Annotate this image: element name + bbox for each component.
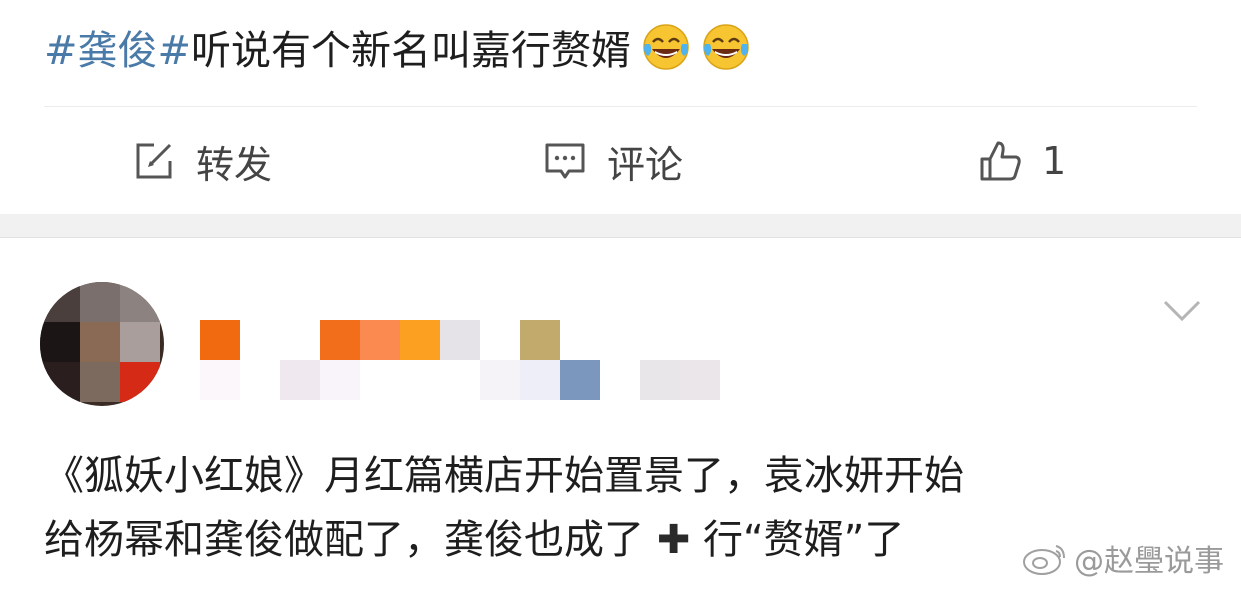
watermark-text: @赵璺说事 xyxy=(1074,544,1224,579)
comment-line-1: 《狐妖小红娘》月红篇横店开始置景了，袁冰妍开始 xyxy=(44,453,964,499)
action-bar: 转发 评论 1 xyxy=(0,108,1241,214)
hashtag-link[interactable]: #龚俊# xyxy=(44,28,191,74)
post-text: #龚俊#听说有个新名叫嘉行赘婿 xyxy=(44,22,751,79)
repost-button[interactable]: 转发 xyxy=(132,108,272,214)
repost-label: 转发 xyxy=(196,142,273,187)
post-body: 听说有个新名叫嘉行赘婿 xyxy=(191,28,632,74)
comment-icon xyxy=(545,143,585,179)
like-button[interactable]: 1 xyxy=(978,108,1066,214)
watermark: @赵璺说事 xyxy=(1020,536,1224,580)
comment-line-2-start: 给杨幂和龚俊做配了，龚俊也成了 xyxy=(44,517,644,563)
thumbs-up-icon xyxy=(980,141,1021,181)
plus-icon: ✚ xyxy=(656,517,691,563)
post-divider xyxy=(44,106,1197,107)
comment-button[interactable]: 评论 xyxy=(543,108,683,214)
like-count: 1 xyxy=(1042,139,1067,183)
chevron-down-icon[interactable] xyxy=(1162,298,1202,324)
comment-line-2-end: 行“赘婿”了 xyxy=(702,517,905,563)
laugh-tears-emoji-icon xyxy=(703,24,749,70)
weibo-logo-icon xyxy=(1023,545,1065,575)
share-icon xyxy=(136,143,172,179)
comment-label: 评论 xyxy=(607,142,684,187)
section-gap xyxy=(0,214,1241,238)
laugh-tears-emoji-icon xyxy=(643,24,689,70)
avatar[interactable] xyxy=(40,282,164,406)
